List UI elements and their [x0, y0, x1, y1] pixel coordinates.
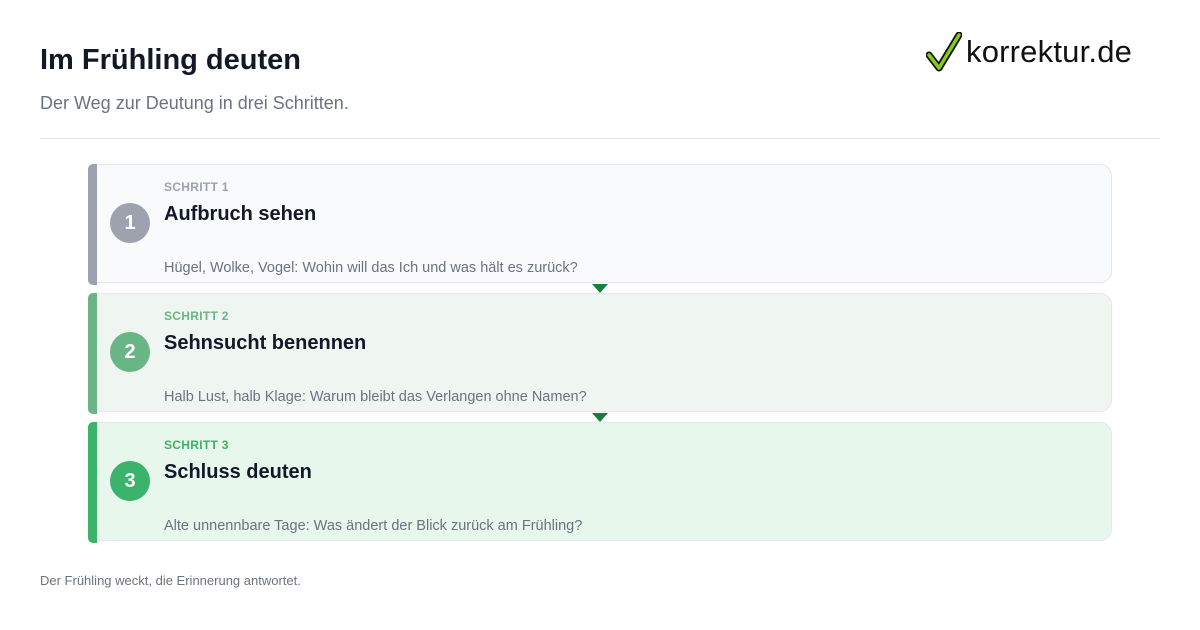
step-number-badge: 1	[110, 203, 150, 243]
step-number-badge: 2	[110, 332, 150, 372]
brand-name: korrektur.de	[966, 34, 1133, 69]
step-accent-bar	[88, 422, 97, 543]
header-divider	[40, 138, 1160, 139]
footer-note: Der Frühling weckt, die Erinnerung antwo…	[40, 573, 301, 588]
step-card-1: 1 SCHRITT 1 Aufbruch sehen Hügel, Wolke,…	[88, 164, 1112, 285]
step-card-3: 3 SCHRITT 3 Schluss deuten Alte unnennba…	[88, 422, 1112, 543]
checkmark-icon	[926, 32, 962, 72]
step-kicker: SCHRITT 3	[164, 438, 229, 452]
step-description: Alte unnennbare Tage: Was ändert der Bli…	[164, 518, 583, 534]
brand-logo[interactable]: korrektur.de	[926, 30, 1132, 74]
step-description: Halb Lust, halb Klage: Warum bleibt das …	[164, 389, 587, 405]
step-title: Schluss deuten	[164, 461, 312, 483]
page-title: Im Frühling deuten	[40, 44, 301, 76]
step-kicker: SCHRITT 1	[164, 180, 229, 194]
step-title: Aufbruch sehen	[164, 203, 317, 225]
step-accent-bar	[88, 164, 97, 285]
step-description: Hügel, Wolke, Vogel: Wohin will das Ich …	[164, 260, 578, 276]
step-connector-arrow	[592, 413, 608, 422]
step-kicker: SCHRITT 2	[164, 309, 229, 323]
step-connector-arrow	[592, 284, 608, 293]
page-subtitle: Der Weg zur Deutung in drei Schritten.	[40, 93, 349, 113]
step-card-2: 2 SCHRITT 2 Sehnsucht benennen Halb Lust…	[88, 293, 1112, 414]
step-number-badge: 3	[110, 461, 150, 501]
step-title: Sehnsucht benennen	[164, 332, 367, 354]
step-accent-bar	[88, 293, 97, 414]
